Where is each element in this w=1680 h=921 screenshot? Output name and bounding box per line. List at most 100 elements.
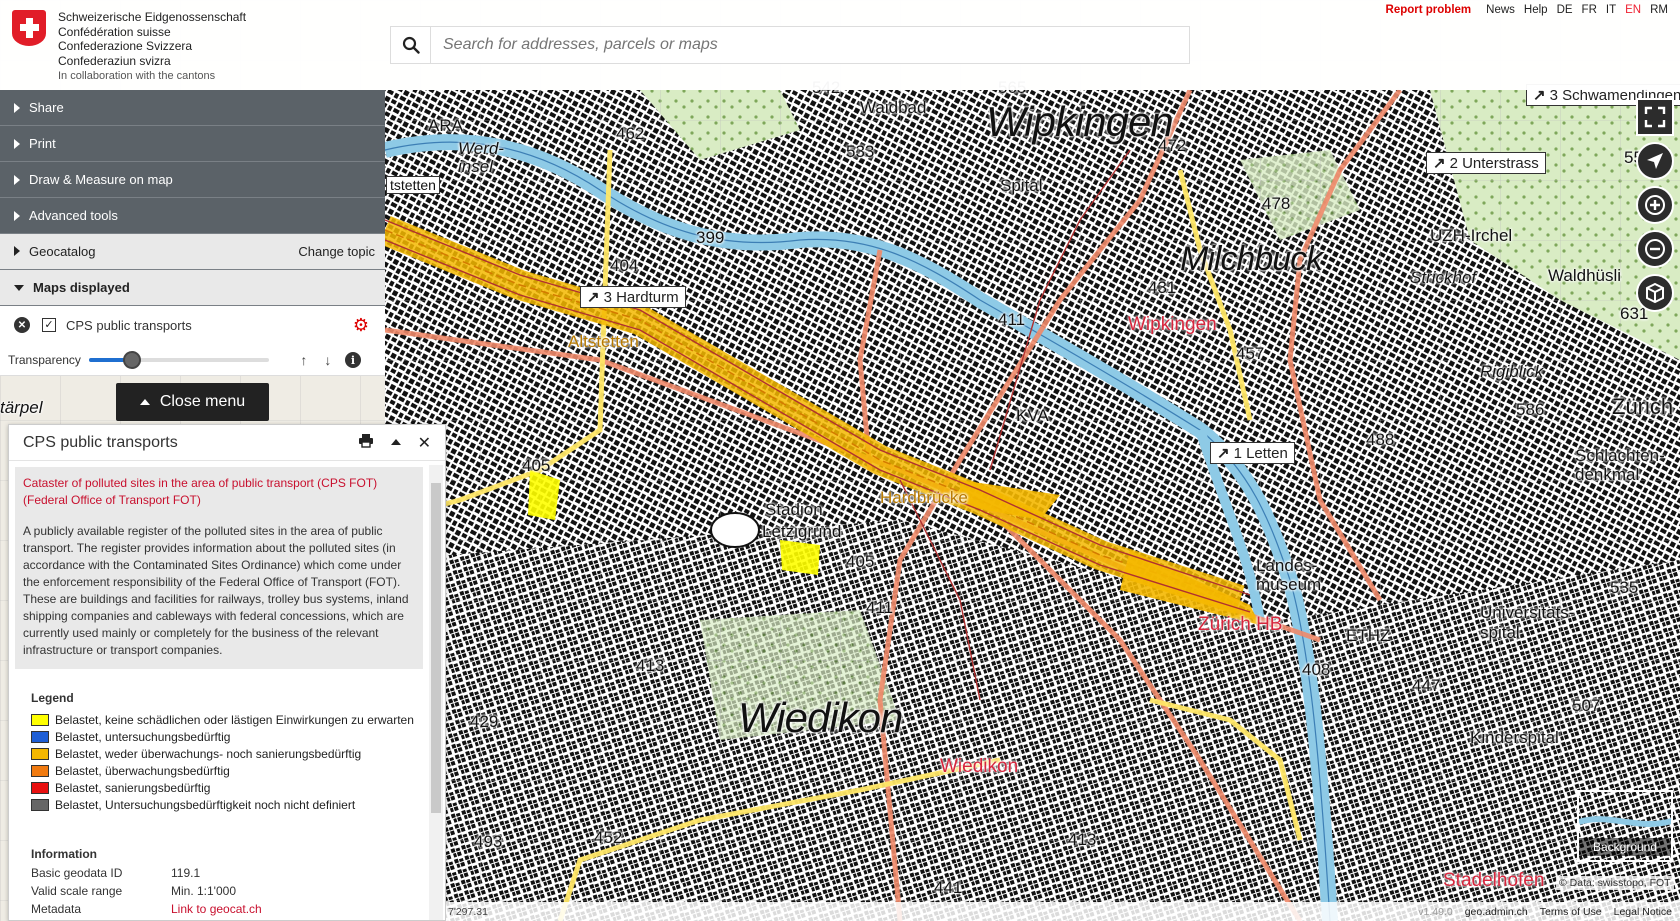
chevron-right-icon [14,102,20,113]
legend-item: Belastet, sanierungsbedürftig [31,779,429,796]
search-input[interactable] [431,28,1171,62]
lang-fr[interactable]: FR [1582,4,1597,16]
plus-icon [1645,195,1665,215]
tram-stop-tag[interactable]: ↗ 1 Letten [1210,442,1295,464]
legend-label: Belastet, überwachungsbedürftig [55,763,230,778]
site-link[interactable]: geo.admin.ch [1465,906,1528,918]
scrollbar-thumb[interactable] [431,483,441,813]
info-icon[interactable]: i [344,352,361,368]
legend-swatch [31,764,49,777]
logo-text: Schweizerische Eidgenossenschaft Confédé… [58,10,247,68]
legend-item: Belastet, keine schädlichen oder lästige… [31,711,429,728]
info-row: Metadata Link to geocat.ch [31,902,262,916]
federal-logo[interactable]: Schweizerische Eidgenossenschaft Confédé… [12,10,246,68]
minus-icon [1645,239,1665,259]
fullscreen-button[interactable] [1636,98,1674,136]
version-label: v1.49.0 [1418,905,1453,918]
chevron-up-icon [139,399,150,405]
menu-advanced-tools[interactable]: Advanced tools [0,198,385,234]
legend-label: Belastet, untersuchungsbedürftig [55,729,231,744]
legend-label: Belastet, sanierungsbedürftig [55,780,211,795]
slider-knob[interactable] [123,351,142,369]
data-credit: © Data: swisstopo, FOT [1556,876,1674,890]
tram-stop-tag[interactable]: ↗ 3 Hardturm [580,286,686,308]
legend-item: Belastet, überwachungsbedürftig [31,762,429,779]
legend-item: Belastet, weder überwachungs- noch sanie… [31,745,429,762]
legend: Legend Belastet, keine schädlichen oder … [31,691,429,813]
cube-icon [1646,282,1664,304]
chevron-right-icon [14,174,20,185]
arrow-icon: ↗ [1217,445,1230,462]
chevron-right-icon [14,210,20,221]
popup-title: CPS public transports [23,433,178,451]
transparency-label: Transparency [8,353,81,367]
chevron-right-icon [14,138,20,149]
lang-de[interactable]: DE [1557,4,1573,16]
menu-geocatalog[interactable]: Geocatalog Change topic [0,234,385,270]
info-title: Information [31,847,97,861]
chevron-down-icon [14,284,24,291]
legend-swatch [31,747,49,760]
arrow-icon: ↗ [587,289,600,306]
move-up-icon[interactable]: ↑ [297,352,311,368]
legend-item: Belastet, untersuchungsbedürftig [31,728,429,745]
background-label: Background [1579,838,1671,856]
top-links: Report problem News Help DE FR IT EN RM [1386,4,1668,16]
lang-rm[interactable]: RM [1650,4,1668,16]
scrollbar[interactable] [429,465,443,920]
close-icon[interactable]: ✕ [418,433,431,453]
geocat-link[interactable]: Link to geocat.ch [171,902,262,916]
coordinate-readout: 7'297.31 [448,905,488,918]
legend-label: Belastet, keine schädlichen oder lästige… [55,712,414,727]
description-text: A publicly available register of the pol… [23,524,409,657]
3d-view-button[interactable] [1636,274,1674,312]
search-bar[interactable] [390,26,1190,64]
news-link[interactable]: News [1486,4,1515,16]
move-down-icon[interactable]: ↓ [321,352,335,368]
zoom-out-button[interactable] [1636,230,1674,268]
layer-name[interactable]: CPS public transports [66,318,192,333]
close-menu-button[interactable]: Close menu [116,383,269,421]
geolocation-button[interactable] [1636,142,1674,180]
menu-share[interactable]: Share [0,90,385,126]
search-button[interactable] [391,27,431,63]
footer: 7'297.31 v1.49.0 geo.admin.ch Terms of U… [446,902,1680,921]
lang-it[interactable]: IT [1606,4,1616,16]
report-problem-link[interactable]: Report problem [1386,4,1472,16]
legal-link[interactable]: Legal Notice [1614,906,1672,918]
terms-link[interactable]: Terms of Use [1540,906,1602,918]
change-topic-link[interactable]: Change topic [298,244,375,259]
collaboration-note: In collaboration with the cantons [58,70,216,82]
collapse-icon[interactable] [390,434,402,451]
legend-title: Legend [31,691,74,705]
menu-draw-measure[interactable]: Draw & Measure on map [0,162,385,198]
menu-print[interactable]: Print [0,126,385,162]
legend-swatch [31,798,49,811]
search-icon [402,36,420,54]
tram-stop-tag[interactable]: ↗ 2 Unterstrass [1426,152,1546,174]
legend-swatch [31,713,49,726]
layer-info-popup: CPS public transports ✕ Cataster of poll… [8,424,446,921]
background-switcher[interactable]: Background [1577,790,1673,862]
info-row: Basic geodata ID 119.1 [31,866,201,880]
legend-label: Belastet, Untersuchungsbedürftigkeit noc… [55,797,356,812]
info-row: Valid scale range Min. 1:1'000 [31,884,236,898]
remove-layer-icon[interactable]: ✕ [14,317,30,333]
info-section: Information Basic geodata ID 119.1 Valid … [31,847,429,920]
popup-body: Cataster of polluted sites in the area o… [9,461,429,920]
layer-visibility-checkbox[interactable]: ✓ [42,318,56,332]
chevron-right-icon [14,246,20,256]
legend-item: Belastet, Untersuchungsbedürftigkeit noc… [31,796,429,813]
menu-maps-displayed[interactable]: Maps displayed [0,270,385,306]
arrow-icon: ↗ [1433,155,1446,172]
legend-swatch [31,730,49,743]
layer-item: ✕ ✓ CPS public transports ⚙ Transparency… [0,306,385,376]
transparency-slider[interactable] [88,350,269,370]
header: Schweizerische Eidgenossenschaft Confédé… [0,0,1680,90]
legend-label: Belastet, weder überwachungs- noch sanie… [55,746,362,761]
print-icon[interactable] [358,433,374,452]
lang-en[interactable]: EN [1625,4,1641,16]
zoom-in-button[interactable] [1636,186,1674,224]
gear-icon[interactable]: ⚙ [353,316,369,334]
help-link[interactable]: Help [1524,4,1548,16]
